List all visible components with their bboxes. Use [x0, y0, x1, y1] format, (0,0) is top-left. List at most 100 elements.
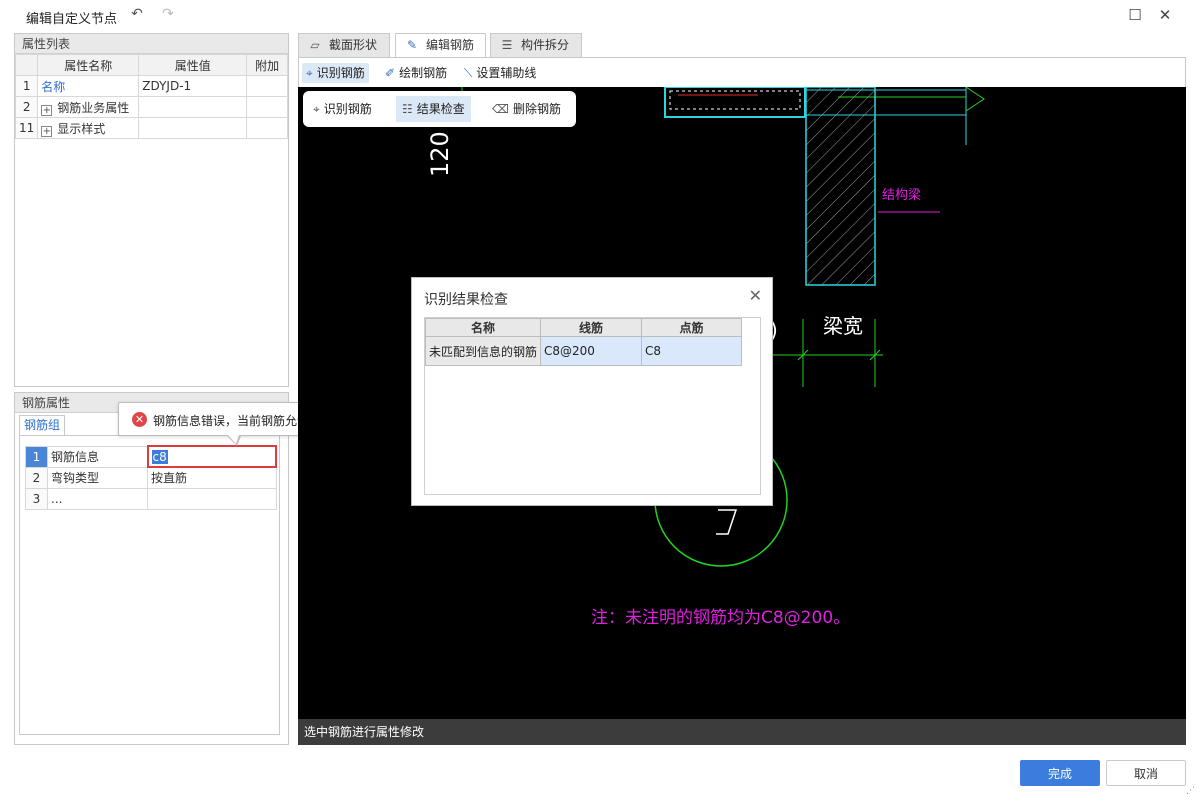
row-number: 2	[25, 466, 48, 489]
floating-toolbar: ⌖ 识别钢筋 ☷ 结果检查 ⌫ 删除钢筋	[303, 91, 576, 127]
table-row[interactable]: 11 + 显示样式	[14, 117, 288, 139]
tooltip-tail-inner	[228, 435, 239, 444]
property-extra[interactable]	[246, 96, 288, 118]
property-name: 钢筋业务属性	[57, 100, 130, 115]
properties-panel: 属性列表 属性名称 属性值 附加 1 名称 ZDYJD-1 2 + 钢筋业务属性 …	[14, 33, 289, 387]
float-label: 识别钢筋	[323, 102, 372, 116]
result-table: 名称 线筋 点筋 未匹配到信息的钢筋 C8@200 C8	[424, 318, 743, 366]
table-row[interactable]: 2 弯钩类型 按直筋	[25, 466, 277, 489]
tab-label: 截面形状	[329, 38, 378, 52]
row-number: 3	[25, 487, 48, 510]
row-number: 2	[14, 96, 39, 118]
result-point-rebar[interactable]: C8	[641, 336, 743, 366]
toolbar-draw-rebar[interactable]: ✐ 绘制钢筋	[381, 63, 451, 83]
row-number: 1	[25, 445, 48, 468]
rebar-prop-value[interactable]	[147, 487, 277, 510]
float-label: 结果检查	[416, 102, 465, 116]
error-icon: ✕	[132, 412, 147, 427]
rebar-info-input[interactable]: c8	[146, 445, 277, 468]
property-extra[interactable]	[246, 75, 288, 97]
edit-rebar-icon: ✎	[406, 38, 418, 52]
undo-icon[interactable]: ↶	[129, 6, 145, 22]
rebar-prop-value[interactable]: 按直筋	[147, 466, 277, 489]
section-number-glyph	[716, 509, 738, 535]
toolbar-label: 设置辅助线	[476, 66, 537, 80]
draw-rebar-icon: ✐	[385, 66, 396, 80]
property-extra[interactable]	[246, 117, 288, 139]
rebar-table: 1 钢筋信息 c8 2 弯钩类型 按直筋 3 ...	[25, 445, 277, 510]
break-symbol	[965, 87, 985, 112]
table-row[interactable]: 3 ...	[25, 487, 277, 510]
property-name-cell[interactable]: + 钢筋业务属性	[37, 96, 140, 118]
column-header-line-rebar: 线筋	[540, 318, 643, 337]
dialog-body: 名称 线筋 点筋 未匹配到信息的钢筋 C8@200 C8	[424, 317, 761, 495]
resize-grip-icon[interactable]: ⋰	[1186, 786, 1196, 796]
dimension-text: 120	[426, 131, 454, 177]
column-header-extra: 附加	[246, 54, 288, 76]
column-hatch	[805, 87, 876, 286]
tab-edit-rebar[interactable]: ✎ 编辑钢筋	[395, 33, 486, 58]
toolbar-label: 识别钢筋	[316, 66, 365, 80]
expand-plus-icon[interactable]: +	[41, 125, 53, 137]
toolbar-label: 绘制钢筋	[399, 66, 448, 80]
table-row[interactable]: 2 + 钢筋业务属性	[14, 96, 288, 118]
structure-beam-label: 结构梁	[882, 188, 921, 203]
tab-component-split[interactable]: ☰ 构件拆分	[490, 33, 582, 57]
result-check-icon: ☷	[402, 102, 413, 116]
float-delete-rebar[interactable]: ⌫ 删除钢筋	[486, 96, 567, 122]
cancel-button[interactable]: 取消	[1106, 760, 1186, 786]
rebar-prop-name[interactable]: ...	[47, 487, 148, 510]
maximize-icon[interactable]: ☐	[1126, 6, 1144, 24]
beam-width-label: 梁宽	[823, 314, 863, 338]
column-header-name: 名称	[424, 318, 542, 337]
close-icon[interactable]: ✕	[749, 286, 762, 305]
property-name: 显示样式	[57, 121, 106, 136]
tab-label: 编辑钢筋	[426, 38, 475, 52]
float-result-check[interactable]: ☷ 结果检查	[396, 96, 471, 122]
status-bar: 选中钢筋进行属性修改	[298, 719, 1186, 745]
tab-rebar-group[interactable]: 钢筋组	[19, 415, 66, 435]
redo-icon[interactable]: ↷	[160, 6, 176, 22]
auxiliary-line-icon: ⟍	[464, 66, 473, 80]
finish-button[interactable]: 完成	[1020, 760, 1100, 786]
identify-rebar-icon: ⌖	[306, 66, 313, 80]
window-title: 编辑自定义节点	[26, 12, 118, 27]
rebar-dashed-line	[669, 90, 801, 110]
row-number: 11	[14, 117, 39, 139]
expand-plus-icon[interactable]: +	[41, 104, 53, 116]
result-name[interactable]: 未匹配到信息的钢筋	[424, 336, 542, 366]
column-header-value: 属性值	[138, 54, 248, 76]
close-icon[interactable]: ✕	[1156, 6, 1174, 24]
row-number: 1	[14, 75, 39, 97]
rebar-properties-panel: 钢筋属性 钢筋组 1 钢筋信息 c8 2 弯钩类型 按直筋 3 ...	[14, 392, 289, 745]
float-identify-rebar[interactable]: ⌖ 识别钢筋	[307, 96, 378, 122]
section-shape-icon: ▱	[310, 38, 320, 52]
rebar-prop-name[interactable]: 钢筋信息	[47, 445, 148, 468]
properties-table: 属性名称 属性值 附加 1 名称 ZDYJD-1 2 + 钢筋业务属性 11 + 显…	[14, 54, 288, 139]
table-row[interactable]: 1 名称 ZDYJD-1	[14, 75, 288, 97]
rebar-note: 注：未注明的钢筋均为C8@200。	[591, 608, 850, 628]
toolbar: ⌖ 识别钢筋 ✐ 绘制钢筋 ⟍ 设置辅助线	[298, 57, 1186, 87]
property-name-cell[interactable]: + 显示样式	[37, 117, 140, 139]
tab-section-shape[interactable]: ▱ 截面形状	[298, 33, 390, 57]
result-line-rebar[interactable]: C8@200	[540, 336, 643, 366]
property-name[interactable]: 名称	[37, 75, 140, 97]
delete-rebar-icon: ⌫	[492, 102, 509, 116]
float-label: 删除钢筋	[512, 102, 561, 116]
title-bar: 编辑自定义节点 ↶ ↷ ☐ ✕	[0, 0, 1200, 32]
table-row[interactable]: 1 钢筋信息 c8	[25, 445, 277, 468]
toolbar-auxiliary-line[interactable]: ⟍ 设置辅助线	[460, 63, 540, 83]
toolbar-identify-rebar[interactable]: ⌖ 识别钢筋	[302, 63, 369, 83]
property-value[interactable]	[138, 117, 248, 139]
dialog-title: 识别结果检查	[424, 292, 508, 308]
column-header-name: 属性名称	[37, 54, 140, 76]
column-header-point-rebar: 点筋	[641, 318, 743, 337]
table-row[interactable]: 未匹配到信息的钢筋 C8@200 C8	[424, 336, 743, 366]
property-value[interactable]: ZDYJD-1	[138, 75, 248, 97]
rebar-info-value: c8	[151, 449, 168, 464]
property-value[interactable]	[138, 96, 248, 118]
result-check-dialog: 识别结果检查 ✕ 名称 线筋 点筋 未匹配到信息的钢筋 C8@200 C8	[411, 277, 773, 506]
properties-panel-title: 属性列表	[15, 34, 288, 54]
rebar-prop-name[interactable]: 弯钩类型	[47, 466, 148, 489]
identify-rebar-icon: ⌖	[313, 102, 320, 116]
